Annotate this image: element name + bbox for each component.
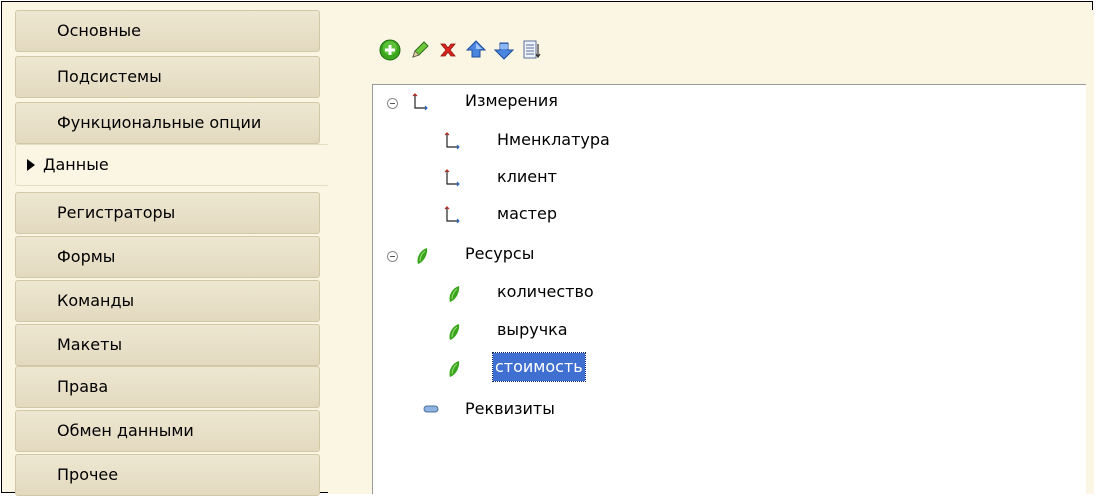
tree-node-label: количество [497,282,594,301]
tree-node-resources[interactable]: Ресурсы [463,240,536,268]
tree-node-label: клиент [497,167,557,186]
sort-list-icon [523,40,541,59]
tab-label: Функциональные опции [57,113,262,132]
collapse-dimensions-toggle[interactable] [387,98,398,109]
resource-icon [417,248,428,264]
tab-label: Прочее [57,465,119,484]
dimension-icon [444,206,460,224]
tab-main[interactable]: Основные [15,10,320,52]
tree-node-attributes[interactable]: Реквизиты [463,395,557,423]
tab-commands[interactable]: Команды [15,280,320,322]
tab-other[interactable]: Прочее [15,454,320,496]
tree-node-resource-item[interactable]: выручка [495,316,570,344]
dimension-icon [412,93,428,111]
move-up-button[interactable] [464,38,488,62]
tab-registrators[interactable]: Регистраторы [15,192,320,234]
active-tab-arrow-icon [27,158,35,171]
add-button[interactable] [378,38,402,62]
tab-functional-options[interactable]: Функциональные опции [15,102,320,144]
move-up-icon [465,40,487,58]
resource-icon [449,286,460,302]
tree-node-label: Измерения [465,91,558,110]
tree-node-label: мастер [497,204,557,223]
tab-data-exchange[interactable]: Обмен данными [15,410,320,452]
tab-label: Регистраторы [57,203,176,222]
tree-node-dimension-item[interactable]: Нменклатура [495,126,612,154]
move-down-icon [493,42,515,60]
tree-node-label: Ресурсы [465,244,535,263]
edit-button[interactable] [408,38,432,62]
tab-label: Данные [43,155,109,174]
tree-node-label: стоимость [492,352,586,382]
tab-label: Обмен данными [57,421,194,440]
attribute-icon [423,405,439,413]
tab-label: Права [57,377,109,396]
tab-label: Основные [57,21,142,40]
data-settings-window: Основные Подсистемы Функциональные опции… [1,1,1094,496]
dimension-icon [444,169,460,187]
tab-label: Команды [57,291,135,310]
tree-node-label: Реквизиты [465,399,555,418]
move-down-button[interactable] [492,38,516,62]
delete-icon [440,43,456,57]
add-icon [379,39,401,61]
tree-node-dimension-item[interactable]: мастер [495,200,559,228]
dimension-icon [444,132,460,150]
edit-icon [412,41,429,58]
tree-node-label: Нменклатура [497,130,610,149]
tab-label: Макеты [57,335,123,354]
delete-button[interactable] [436,38,460,62]
tab-forms[interactable]: Формы [15,236,320,278]
tab-subsystems[interactable]: Подсистемы [15,56,320,98]
resource-icon [449,324,460,340]
tree-node-label: выручка [497,320,568,339]
tab-label: Формы [57,247,116,266]
tree-node-dimension-item[interactable]: клиент [495,163,559,191]
resource-icon [449,361,460,377]
tab-data[interactable]: Данные [15,144,329,186]
collapse-resources-toggle[interactable] [387,251,398,262]
data-tree: Измерения Нменклатура клиент мастер Ресу… [372,84,1086,494]
section-tabs: Основные Подсистемы Функциональные опции… [15,10,329,496]
tab-templates[interactable]: Макеты [15,324,320,366]
tree-node-resource-item[interactable]: количество [495,278,596,306]
data-pane: Измерения Нменклатура клиент мастер Ресу… [328,10,1094,494]
sort-list-button[interactable] [520,38,544,62]
tab-rights[interactable]: Права [15,366,320,408]
tree-node-dimensions[interactable]: Измерения [463,87,560,115]
tab-label: Подсистемы [57,67,162,86]
tree-node-resource-item-selected[interactable]: стоимость [492,352,586,382]
